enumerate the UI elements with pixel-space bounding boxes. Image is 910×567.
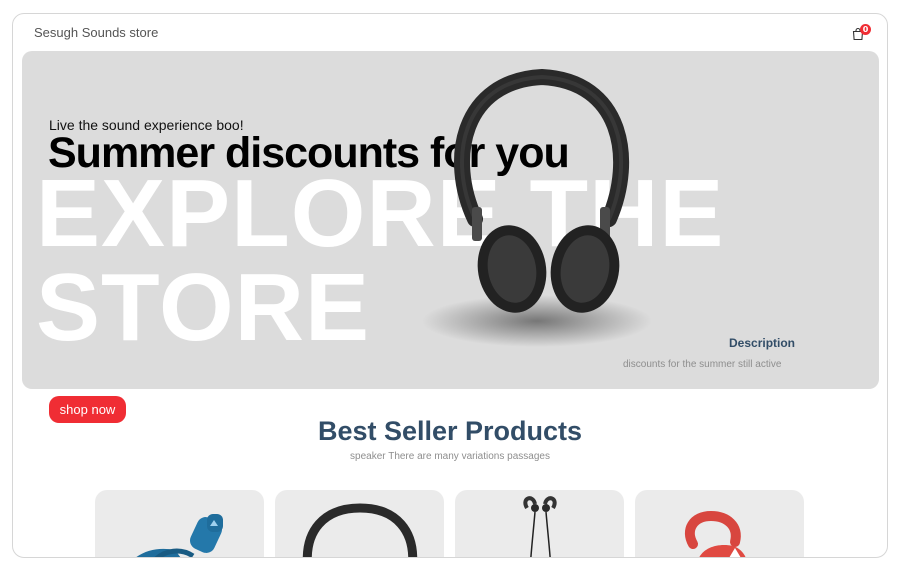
red-earbud-image xyxy=(684,510,746,557)
navbar: Sesugh Sounds store 0 xyxy=(13,14,887,50)
product-card[interactable] xyxy=(455,490,624,557)
black-headphones-image xyxy=(302,503,418,557)
cart-count-badge: 0 xyxy=(860,24,871,35)
black-earphones-image xyxy=(523,496,557,557)
products-section-title: Best Seller Products xyxy=(317,416,583,446)
hero-banner: Live the sound experience boo! Summer di… xyxy=(22,51,879,389)
product-card[interactable] xyxy=(275,490,444,557)
product-card[interactable] xyxy=(635,490,804,557)
products-section-subtitle: speaker There are many variations passag… xyxy=(350,451,550,462)
brand-logo[interactable]: Sesugh Sounds store xyxy=(34,25,158,40)
blue-earbuds-image xyxy=(136,514,223,557)
headphones-image xyxy=(422,69,652,347)
hero-large-text: EXPLORE THE STORE xyxy=(36,160,725,361)
product-card[interactable] xyxy=(95,490,264,557)
page-frame: Sesugh Sounds store 0 Live the sound exp… xyxy=(12,13,888,558)
hero-description-title: Description xyxy=(729,336,796,350)
cart-button[interactable]: 0 xyxy=(851,24,871,44)
hero-description-text: discounts for the summer still active xyxy=(623,359,782,370)
